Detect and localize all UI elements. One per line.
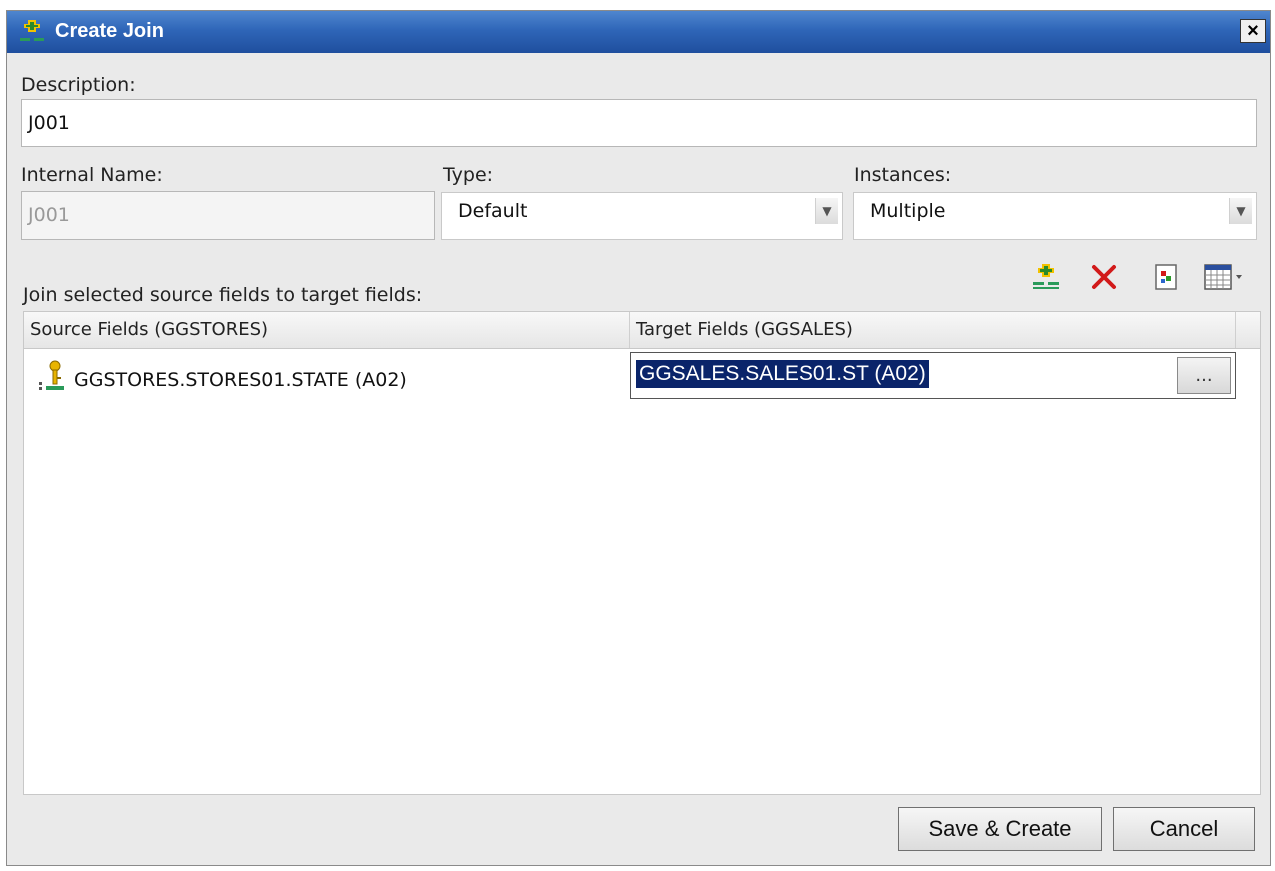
source-field-cell: GGSTORES.STORES01.STATE (A02): [74, 369, 407, 391]
close-button[interactable]: ×: [1240, 19, 1266, 43]
instances-select[interactable]: Multiple ▼: [853, 192, 1257, 240]
column-header-target[interactable]: Target Fields (GGSALES): [630, 312, 1236, 348]
chevron-down-icon[interactable]: ▼: [1229, 198, 1252, 224]
target-field-editor[interactable]: GGSALES.SALES01.ST (A02) ...: [630, 352, 1236, 399]
add-join-icon: [20, 20, 44, 41]
column-header-source[interactable]: Source Fields (GGSTORES): [24, 312, 630, 348]
type-label: Type:: [443, 164, 494, 186]
columns-menu-icon[interactable]: [1203, 262, 1247, 292]
internal-name-field: J001: [21, 191, 435, 240]
cancel-button[interactable]: Cancel: [1113, 807, 1255, 851]
delete-icon[interactable]: [1089, 262, 1119, 292]
browse-target-button[interactable]: ...: [1177, 357, 1231, 394]
title-bar[interactable]: Create Join ×: [7, 11, 1270, 53]
dialog-title: Create Join: [55, 20, 164, 42]
internal-name-label: Internal Name:: [21, 164, 163, 186]
create-join-dialog: Create Join × Description: J001 Internal…: [6, 10, 1271, 866]
instances-label: Instances:: [854, 164, 952, 186]
grid-header: Source Fields (GGSTORES) Target Fields (…: [24, 312, 1260, 349]
instances-select-value: Multiple: [870, 200, 946, 222]
join-fields-grid: Source Fields (GGSTORES) Target Fields (…: [23, 311, 1261, 795]
key-field-icon: [39, 360, 64, 390]
target-field-value[interactable]: GGSALES.SALES01.ST (A02): [636, 360, 929, 388]
join-instruction: Join selected source fields to target fi…: [23, 284, 423, 306]
type-select-value: Default: [458, 200, 528, 222]
description-field[interactable]: J001: [21, 99, 1257, 147]
properties-icon[interactable]: [1151, 262, 1181, 292]
description-label: Description:: [21, 74, 136, 96]
type-select[interactable]: Default ▼: [441, 192, 843, 240]
chevron-down-icon[interactable]: ▼: [815, 198, 838, 224]
add-join-icon[interactable]: [1031, 262, 1061, 292]
save-create-button[interactable]: Save & Create: [898, 807, 1102, 851]
